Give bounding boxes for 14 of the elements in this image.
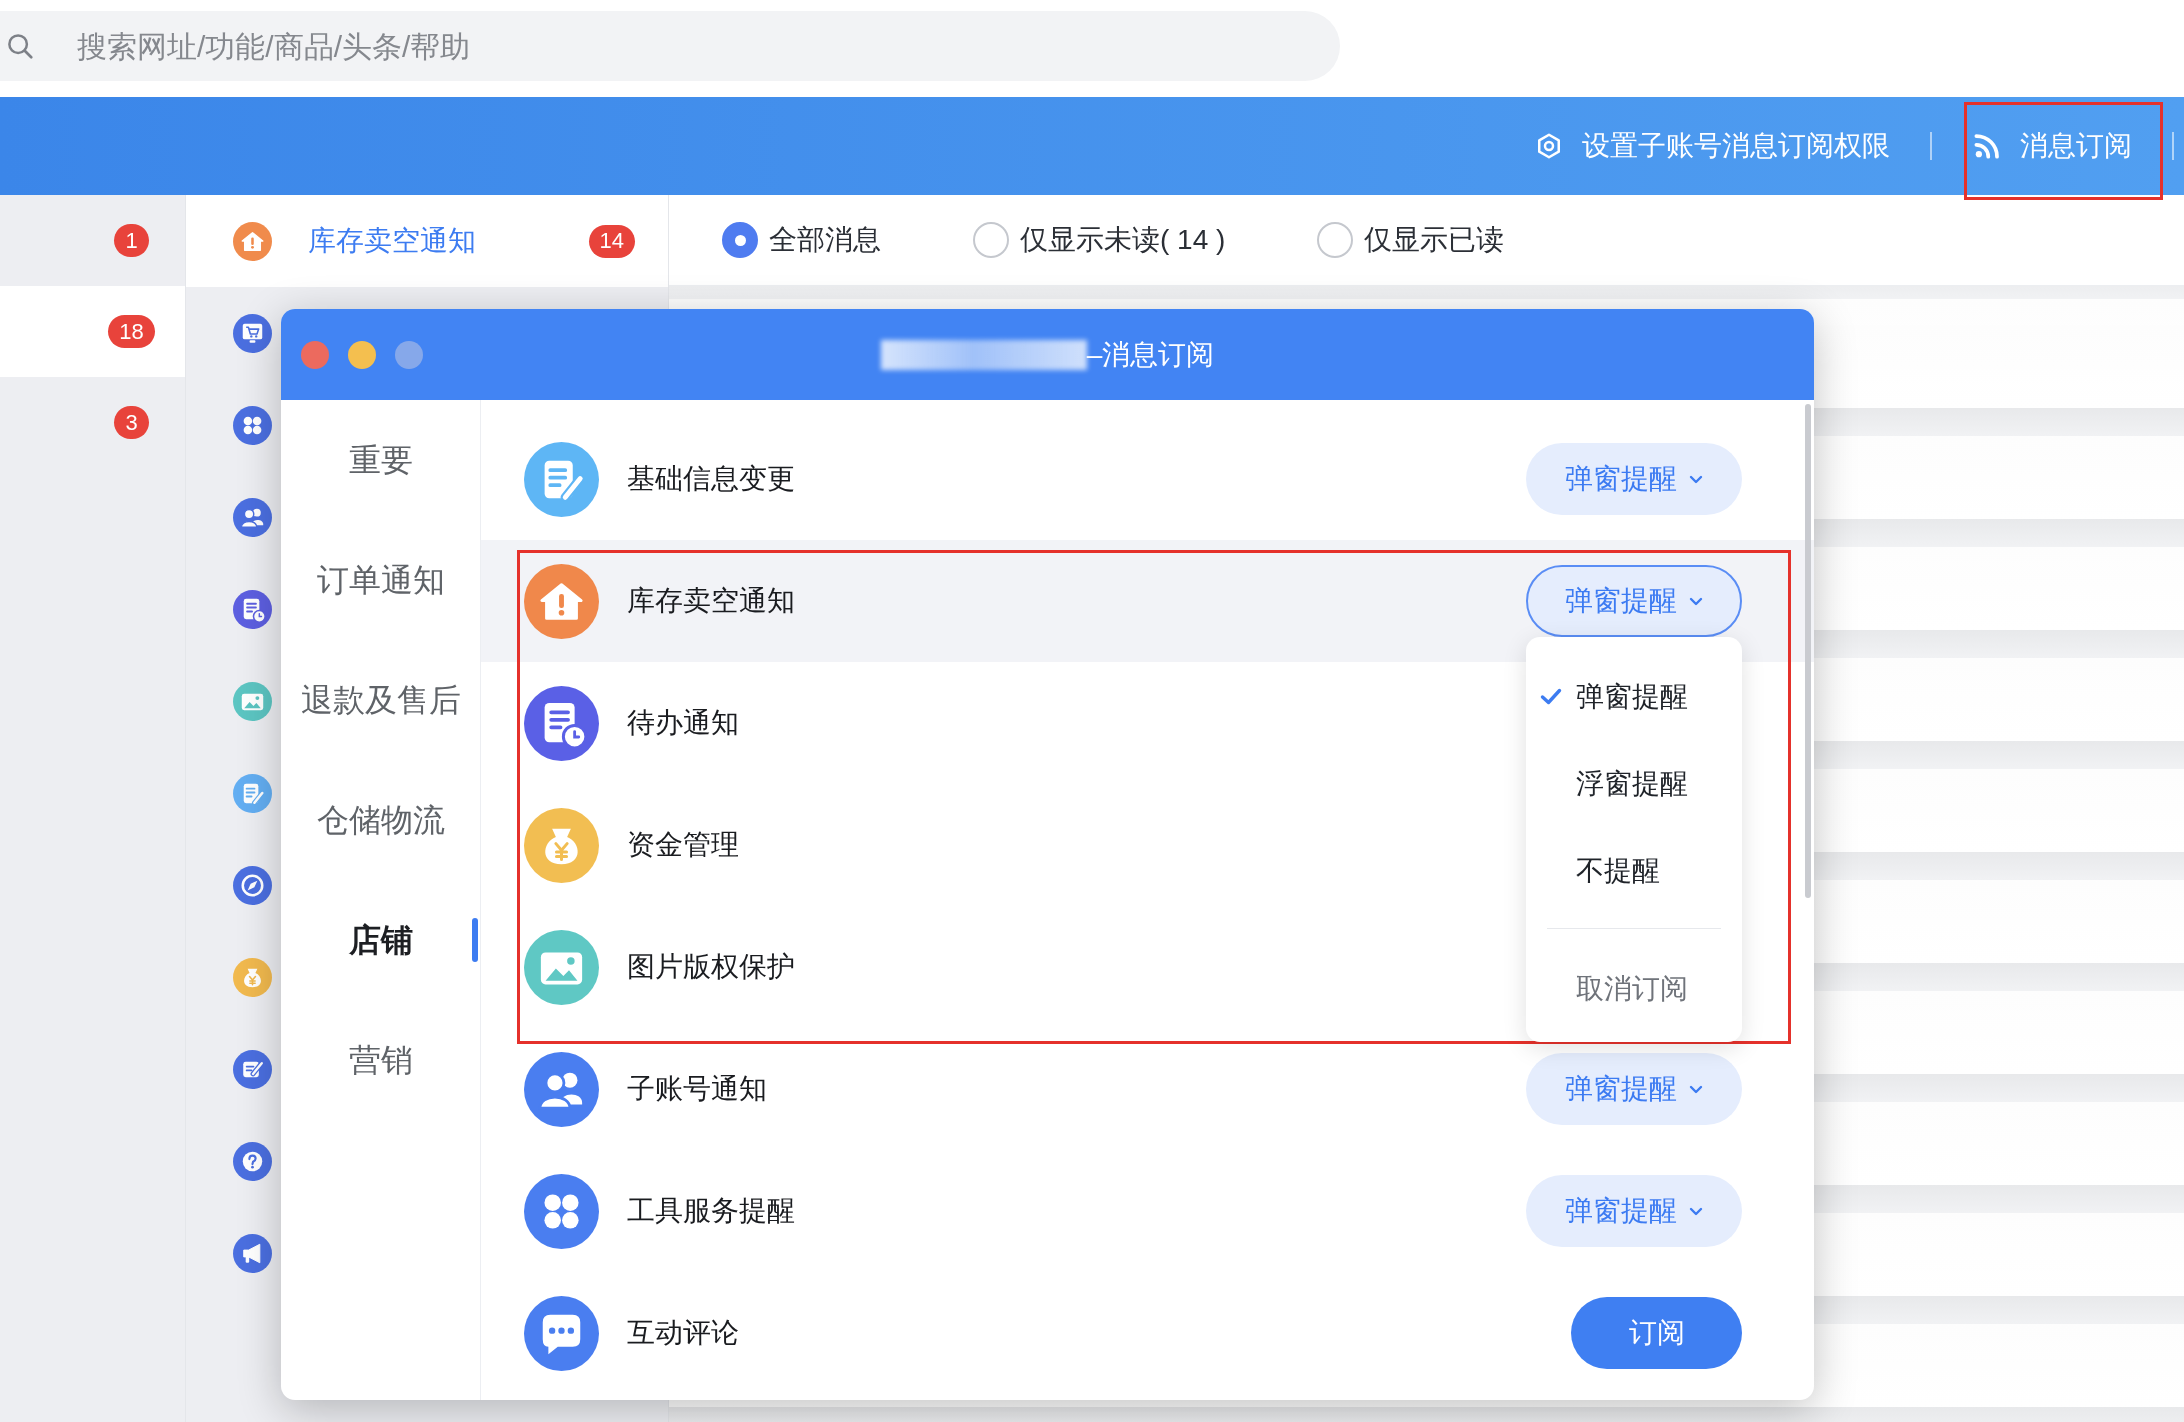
subscription-label: 待办通知 xyxy=(627,706,739,740)
unread-count-badge: 18 xyxy=(108,315,155,348)
subscription-label: 资金管理 xyxy=(627,828,739,862)
subscription-label: 子账号通知 xyxy=(627,1072,767,1106)
subscription-label: 互动评论 xyxy=(627,1316,739,1350)
topic-label: 库存卖空通知 xyxy=(308,224,476,258)
unread-count-badge: 1 xyxy=(114,224,149,257)
unread-count-badge: 3 xyxy=(114,406,149,439)
dialog-title: –消息订阅 xyxy=(1086,337,1215,372)
subscription-label: 图片版权保护 xyxy=(627,950,795,984)
unread-count-badge: 14 xyxy=(588,224,635,258)
subscription-label: 基础信息变更 xyxy=(627,462,795,496)
subscription-label: 工具服务提醒 xyxy=(627,1194,795,1228)
subscription-label: 库存卖空通知 xyxy=(627,584,795,618)
